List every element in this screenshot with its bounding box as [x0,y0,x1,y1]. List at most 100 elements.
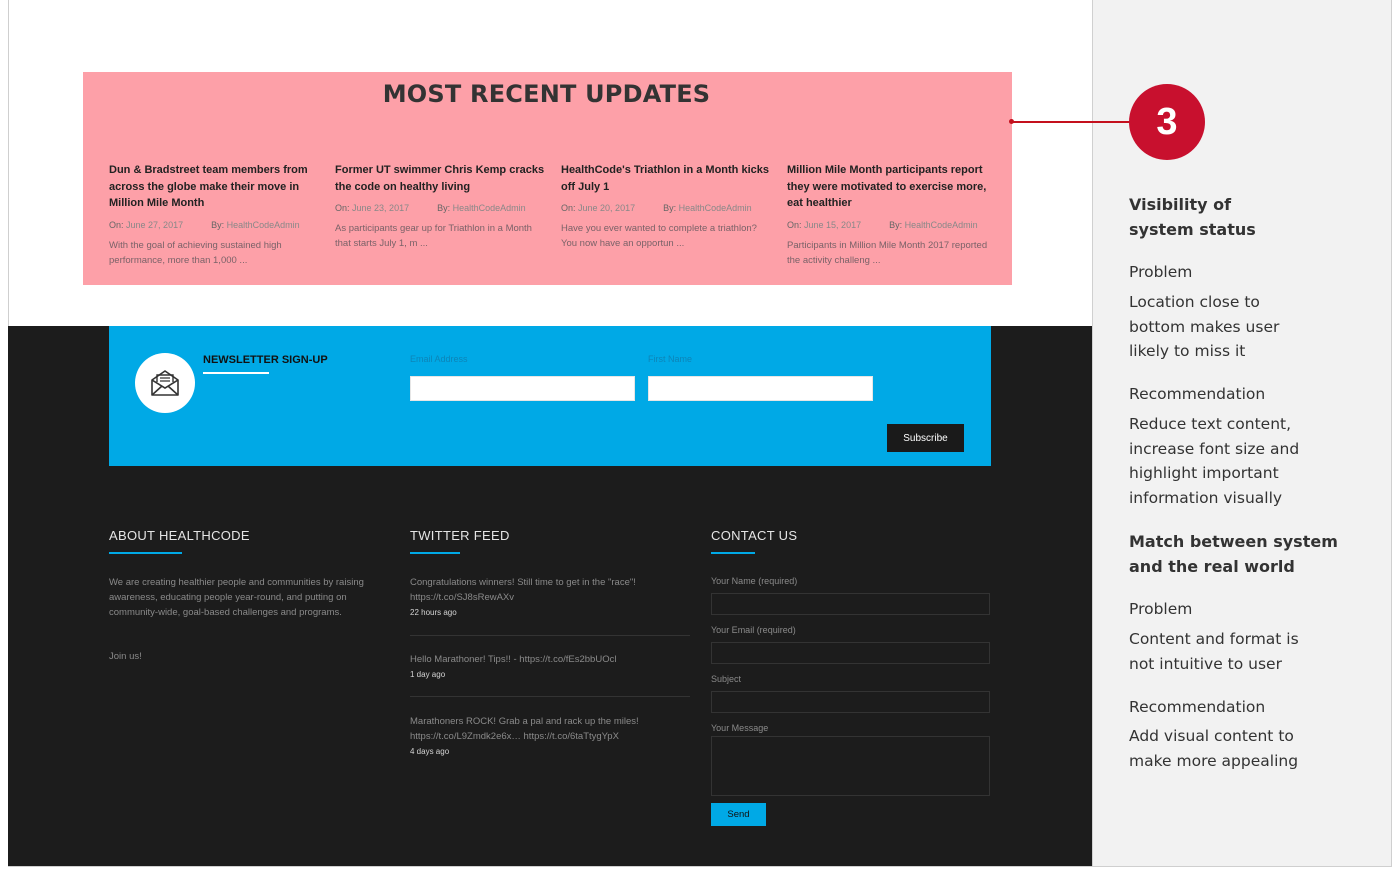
post-title[interactable]: HealthCode's Triathlon in a Month kicks … [561,162,771,195]
on-label: On: [561,203,576,213]
heading-line: system status [1129,219,1256,239]
by-label: By: [211,219,225,230]
post-meta: On: June 27, 2017 By: HealthCodeAdmin [109,220,319,230]
recommendation-label: Recommendation [1129,698,1266,716]
tweet-divider [410,696,690,697]
tweet-time: 1 day ago [410,670,446,679]
subscribe-button[interactable]: Subscribe [887,424,964,452]
recommendation-label: Recommendation [1129,385,1266,403]
post-card[interactable]: Million Mile Month participants report t… [787,162,997,268]
author-link[interactable]: HealthCodeAdmin [453,203,526,213]
post-card[interactable]: Dun & Bradstreet team members from acros… [109,162,319,268]
heading-line: and the real world [1129,556,1295,576]
callout-connector [1011,121,1131,123]
problem-label: Problem [1129,600,1193,618]
post-excerpt: Participants in Million Mile Month 2017 … [787,239,988,266]
tweet-divider [410,635,690,636]
by-label: By: [889,219,903,230]
callout-connector-dot [1009,119,1014,124]
date-value: June 23, 2017 [352,203,410,213]
callout-number-badge: 3 [1129,84,1205,160]
date-value: June 20, 2017 [578,203,636,213]
post-excerpt: Have you ever wanted to complete a triat… [561,223,757,249]
text-line: information visually [1129,488,1283,507]
problem-text: Content and format is not intuitive to u… [1129,627,1359,676]
text-line: make more appealing [1129,751,1299,770]
post-excerpt: As participants gear up for Triathlon in… [335,223,532,249]
author-link[interactable]: HealthCodeAdmin [905,220,978,230]
tweet-time: 4 days ago [410,747,450,756]
about-title: ABOUT HEALTHCODE [109,528,250,543]
author-link[interactable]: HealthCodeAdmin [679,203,752,213]
post-author: By: HealthCodeAdmin [889,220,978,230]
text-line: likely to miss it [1129,342,1246,361]
name-label: Your Name (required) [711,576,798,586]
email-label: Email Address [410,354,468,364]
post-meta: On: June 15, 2017 By: HealthCodeAdmin [787,220,997,230]
date-value: June 27, 2017 [126,219,184,230]
text-line: bottom makes user [1129,317,1280,336]
send-button[interactable]: Send [711,803,766,826]
tweet-item[interactable]: Hello Marathoner! Tips!! - https://t.co/… [410,652,690,682]
contact-name-input[interactable] [711,593,990,615]
heading-line: Match between system [1129,532,1338,551]
twitter-title: TWITTER FEED [410,528,510,543]
by-label: By: [663,203,677,213]
twitter-title-underline [410,552,460,554]
subject-label: Subject [711,674,742,684]
text-line: not intuitive to user [1129,654,1282,673]
post-title[interactable]: Dun & Bradstreet team members from acros… [109,162,319,212]
tweet-item[interactable]: Congratulations winners! Still time to g… [410,575,690,620]
about-join: Join us! [109,651,142,662]
by-label: By: [437,203,451,213]
problem-label: Problem [1129,263,1193,281]
post-card[interactable]: HealthCode's Triathlon in a Month kicks … [561,162,771,251]
newsletter-title: NEWSLETTER SIGN-UP [203,354,328,366]
tweet-text[interactable]: Congratulations winners! Still time to g… [410,575,690,605]
text-line: Content and format is [1129,630,1299,648]
post-meta: On: June 23, 2017 By: HealthCodeAdmin [335,203,545,213]
on-label: On: [787,219,802,230]
on-label: On: [335,203,350,213]
date-value: June 15, 2017 [804,219,862,230]
on-label: On: [109,219,124,230]
site-footer: NEWSLETTER SIGN-UP Email Address First N… [8,326,1092,866]
text-line: Reduce text content, [1129,415,1292,433]
text-line: highlight important [1129,464,1279,483]
tweet-text[interactable]: Marathoners ROCK! Grab a pal and rack up… [410,714,690,744]
contact-title: CONTACT US [711,528,798,543]
about-title-underline [109,552,182,554]
post-date: On: June 15, 2017 [787,220,861,230]
problem-text: Location close to bottom makes user like… [1129,290,1359,364]
newsletter-email-input[interactable] [410,376,635,401]
post-meta: On: June 20, 2017 By: HealthCodeAdmin [561,203,771,213]
contact-subject-input[interactable] [711,691,990,713]
newsletter-title-underline [203,372,269,374]
contact-email-input[interactable] [711,642,990,664]
message-label: Your Message [711,723,769,733]
tweet-time: 22 hours ago [410,608,457,617]
recent-updates-title: MOST RECENT UPDATES [382,80,711,108]
post-card[interactable]: Former UT swimmer Chris Kemp cracks the … [335,162,545,251]
text-line: Location close to [1129,293,1260,311]
post-excerpt: With the goal of achieving sustained hig… [109,239,282,266]
envelope-open-icon [151,370,179,396]
post-title[interactable]: Million Mile Month participants report t… [787,162,997,212]
recommendation-text: Add visual content to make more appealin… [1129,724,1359,773]
tweet-text[interactable]: Hello Marathoner! Tips!! - https://t.co/… [410,652,690,667]
text-line: increase font size and [1129,439,1300,458]
author-link[interactable]: HealthCodeAdmin [227,220,300,230]
recommendation-text: Reduce text content, increase font size … [1129,412,1359,510]
post-date: On: June 20, 2017 [561,203,635,213]
tweet-item[interactable]: Marathoners ROCK! Grab a pal and rack up… [410,714,690,759]
contact-message-textarea[interactable] [711,736,990,796]
post-title[interactable]: Former UT swimmer Chris Kemp cracks the … [335,162,545,195]
newsletter-first-name-input[interactable] [648,376,873,401]
heading-line: Visibility of [1129,195,1232,214]
post-author: By: HealthCodeAdmin [663,203,752,213]
post-author: By: HealthCodeAdmin [437,203,526,213]
post-date: On: June 27, 2017 [109,220,183,230]
text-line: Add visual content to [1129,727,1294,745]
contact-title-underline [711,552,755,554]
newsletter-icon-circle [135,353,195,413]
